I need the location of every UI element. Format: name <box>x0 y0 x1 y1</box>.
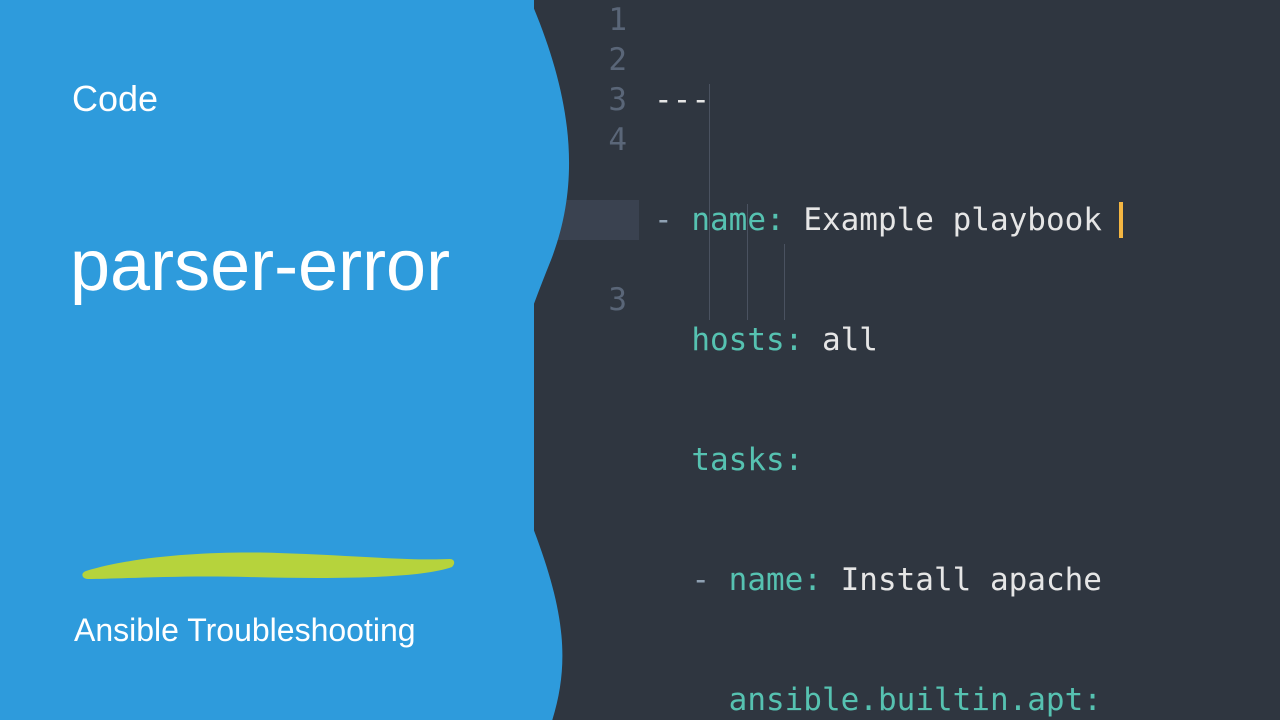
code-line: tasks: <box>654 440 1102 480</box>
underline-brush-icon <box>78 545 458 585</box>
code-editor: 1 2 3 4 3 --- - name: Example playbook h… <box>534 0 1280 720</box>
code-content: --- - name: Example playbook hosts: all … <box>654 0 1102 720</box>
code-line: - name: Example playbook <box>654 200 1102 240</box>
code-line: - name: Install apache <box>654 560 1102 600</box>
category-label: Code <box>72 78 158 120</box>
code-line: ansible.builtin.apt: <box>654 680 1102 720</box>
left-panel: Code parser-error Ansible Troubleshootin… <box>0 0 640 720</box>
subtitle: Ansible Troubleshooting <box>74 612 416 649</box>
cursor <box>1119 202 1123 238</box>
page-title: parser-error <box>70 225 450 307</box>
code-line: hosts: all <box>654 320 1102 360</box>
slide: 1 2 3 4 3 --- - name: Example playbook h… <box>0 0 1280 720</box>
code-line: --- <box>654 80 1102 120</box>
